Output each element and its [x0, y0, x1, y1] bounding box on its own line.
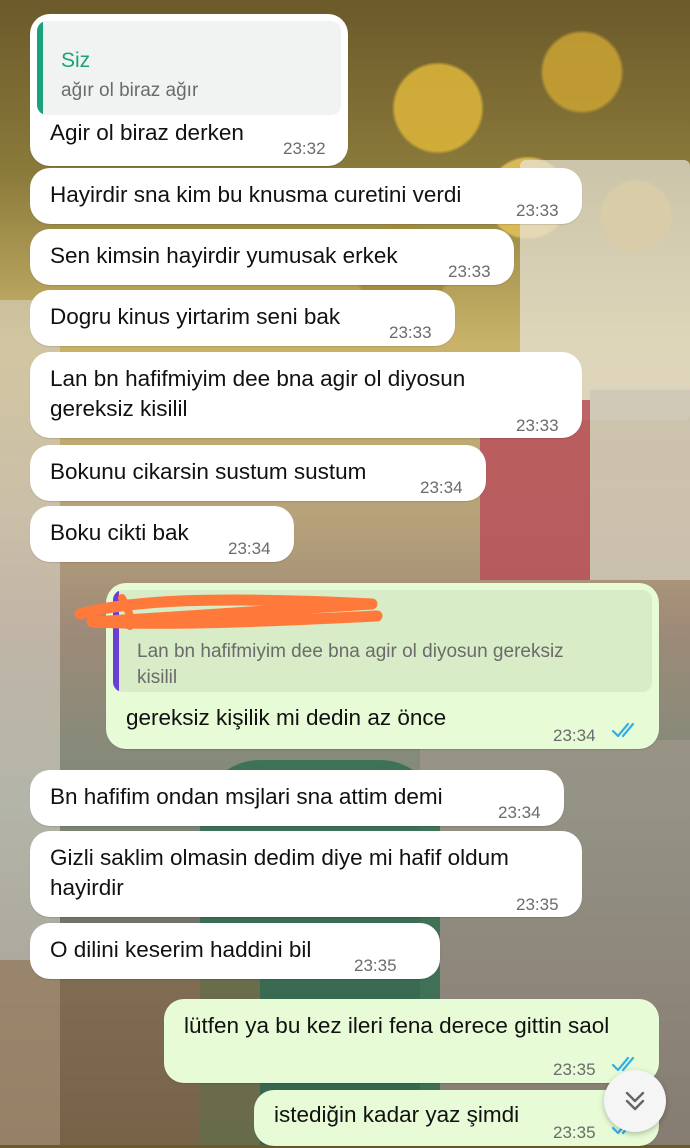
message-text: Hayirdir sna kim bu knusma curetini verd…	[50, 182, 462, 207]
quoted-message[interactable]: Siz ağır ol biraz ağır	[37, 21, 341, 115]
message-time: 23:34	[498, 803, 541, 822]
quote-text: Lan bn hafifmiyim dee bna agir ol diyosu…	[137, 641, 564, 662]
message-time: 23:34	[553, 726, 596, 745]
quote-text: kisilil	[137, 667, 178, 688]
message-bubble-incoming[interactable]: Sen kimsin hayirdir yumusak erkek 23:33	[30, 229, 514, 285]
message-bubble-incoming[interactable]: Bokunu cikarsin sustum sustum 23:34	[30, 445, 486, 501]
message-bubble-incoming[interactable]: Siz ağır ol biraz ağır Agir ol biraz der…	[30, 14, 348, 166]
message-bubble-outgoing[interactable]: istediğin kadar yaz şimdi 23:35	[254, 1090, 659, 1146]
wallpaper-building	[590, 390, 690, 580]
message-time: 23:35	[553, 1123, 596, 1142]
message-bubble-incoming[interactable]: Hayirdir sna kim bu knusma curetini verd…	[30, 168, 582, 224]
message-text: Lan bn hafifmiyim dee bna agir ol diyosu…	[50, 366, 466, 391]
message-time: 23:33	[516, 416, 559, 435]
message-text: istediğin kadar yaz şimdi	[274, 1102, 520, 1127]
message-text: Boku cikti bak	[50, 520, 189, 545]
message-bubble-incoming[interactable]: O dilini keserim haddini bil 23:35	[30, 923, 440, 979]
message-bubble-incoming[interactable]: Gizli saklim olmasin dedim diye mi hafif…	[30, 831, 582, 917]
message-bubble-incoming[interactable]: Dogru kinus yirtarim seni bak 23:33	[30, 290, 455, 346]
message-text: Agir ol biraz derken	[50, 120, 244, 145]
message-time: 23:35	[354, 956, 397, 975]
message-text: Bokunu cikarsin sustum sustum	[50, 459, 367, 484]
message-text: Bn hafifim ondan msjlari sna attim demi	[50, 784, 443, 809]
message-time: 23:35	[553, 1060, 596, 1079]
message-text: Sen kimsin hayirdir yumusak erkek	[50, 243, 398, 268]
message-time: 23:34	[228, 539, 271, 558]
message-bubble-incoming[interactable]: Lan bn hafifmiyim dee bna agir ol diyosu…	[30, 352, 582, 438]
message-text: Dogru kinus yirtarim seni bak	[50, 304, 341, 329]
message-bubble-outgoing[interactable]: lütfen ya bu kez ileri fena derece gitti…	[164, 999, 659, 1083]
quote-text: ağır ol biraz ağır	[61, 80, 199, 101]
message-text: lütfen ya bu kez ileri fena derece gitti…	[184, 1013, 610, 1038]
message-bubble-incoming[interactable]: Bn hafifim ondan msjlari sna attim demi …	[30, 770, 564, 826]
message-time: 23:33	[389, 323, 432, 342]
message-time: 23:35	[516, 895, 559, 914]
scroll-to-bottom-button[interactable]	[604, 1070, 666, 1132]
quote-author: Siz	[61, 49, 91, 72]
redaction-scribble	[74, 594, 383, 630]
message-time: 23:33	[448, 262, 491, 281]
quote-accent-bar	[37, 21, 43, 115]
message-text: hayirdir	[50, 875, 124, 900]
message-text: gereksiz kişilik mi dedin az önce	[126, 705, 447, 730]
message-text: O dilini keserim haddini bil	[50, 937, 312, 962]
message-bubble-incoming[interactable]: Boku cikti bak 23:34	[30, 506, 294, 562]
read-ticks-icon	[611, 722, 635, 738]
message-time: 23:33	[516, 201, 559, 220]
message-text: gereksiz kisilil	[50, 396, 188, 421]
message-time: 23:34	[420, 478, 463, 497]
message-time: 23:32	[283, 139, 326, 158]
double-chevron-down-icon	[625, 1091, 645, 1111]
message-text: Gizli saklim olmasin dedim diye mi hafif…	[50, 845, 509, 870]
